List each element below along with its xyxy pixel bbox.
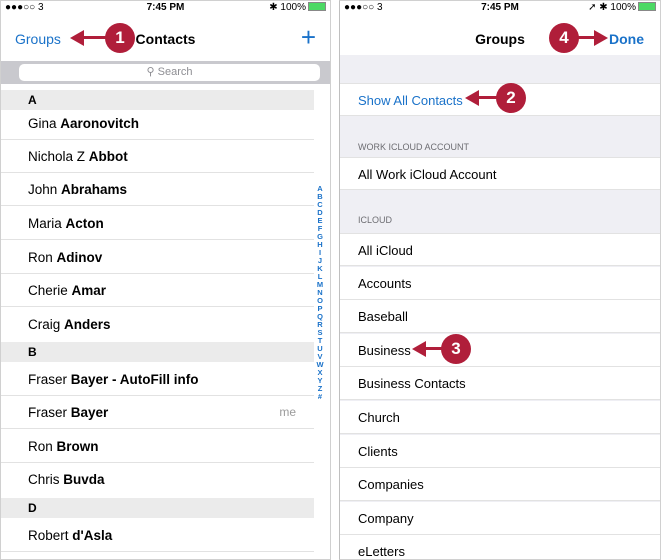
group-row[interactable]: Business Contacts xyxy=(340,367,660,400)
search-bar: ⚲ Search xyxy=(1,61,330,84)
contact-row[interactable]: Robert d'Asla xyxy=(1,519,314,552)
group-row[interactable]: Church xyxy=(340,401,660,434)
add-contact-button[interactable]: + xyxy=(301,24,316,50)
contacts-screen: ●●●○○ 3 7:45 PM ✱ 100% Groups Contacts +… xyxy=(0,0,331,560)
contact-row[interactable]: John Abrahams xyxy=(1,173,314,206)
contact-row[interactable]: Maria Acton xyxy=(1,207,314,240)
section-index[interactable]: A B C D E F G H I J K L M N O P Q R S T U V W X Y Z # xyxy=(315,185,325,401)
groups-screen: ●●●○○ 3 7:45 PM ➚ ✱ 100% Groups Done Sho… xyxy=(339,0,661,560)
group-row[interactable]: Company xyxy=(340,502,660,535)
group-row[interactable]: Baseball xyxy=(340,300,660,333)
section-header-d: D xyxy=(1,498,314,518)
callout-3: 3 xyxy=(441,334,471,364)
callout-2: 2 xyxy=(496,83,526,113)
page-title: Contacts xyxy=(135,31,196,47)
callout-4: 4 xyxy=(549,23,579,53)
group-row[interactable]: Companies xyxy=(340,468,660,501)
battery-status: ✱ 100% xyxy=(269,2,326,13)
contact-row[interactable]: Nichola Z Abbot xyxy=(1,140,314,173)
contact-row[interactable]: Ron Adinov xyxy=(1,241,314,274)
group-row[interactable]: All Work iCloud Account xyxy=(340,157,660,190)
group-row[interactable]: Clients xyxy=(340,435,660,468)
callout-arrow-head xyxy=(594,30,608,46)
group-row[interactable]: Accounts xyxy=(340,267,660,300)
contact-row[interactable]: Gina Aaronovitch xyxy=(1,107,314,140)
group-row[interactable]: All iCloud xyxy=(340,233,660,266)
icloud-header: ICLOUD xyxy=(358,215,393,225)
status-bar: ●●●○○ 3 7:45 PM ➚ ✱ 100% xyxy=(340,1,660,15)
search-input[interactable]: ⚲ Search xyxy=(19,64,320,81)
contact-row[interactable]: Ron Brown xyxy=(1,430,314,463)
callout-1: 1 xyxy=(105,23,135,53)
contact-row[interactable]: Fraser Bayer - AutoFill info xyxy=(1,363,314,396)
battery-status: ➚ ✱ 100% xyxy=(588,2,656,13)
nav-bar: Groups Contacts + xyxy=(1,15,330,61)
done-button[interactable]: Done xyxy=(609,31,644,47)
section-header-b: B xyxy=(1,342,314,362)
contact-row[interactable]: Cherie Amar xyxy=(1,274,314,307)
battery-icon xyxy=(638,2,656,11)
me-label: me xyxy=(279,405,296,419)
contact-row[interactable]: Craig Anders xyxy=(1,308,314,341)
group-row[interactable]: eLetters xyxy=(340,535,660,559)
contact-row[interactable]: Fraser Bayer me xyxy=(1,396,314,429)
search-icon: ⚲ xyxy=(146,66,158,78)
contact-row[interactable]: Chris Buvda xyxy=(1,463,314,496)
index-letter[interactable]: # xyxy=(315,393,325,401)
work-icloud-header: WORK ICLOUD ACCOUNT xyxy=(358,142,470,152)
group-row[interactable]: Business xyxy=(340,334,660,367)
battery-icon xyxy=(308,2,326,11)
status-bar: ●●●○○ 3 7:45 PM ✱ 100% xyxy=(1,1,330,15)
